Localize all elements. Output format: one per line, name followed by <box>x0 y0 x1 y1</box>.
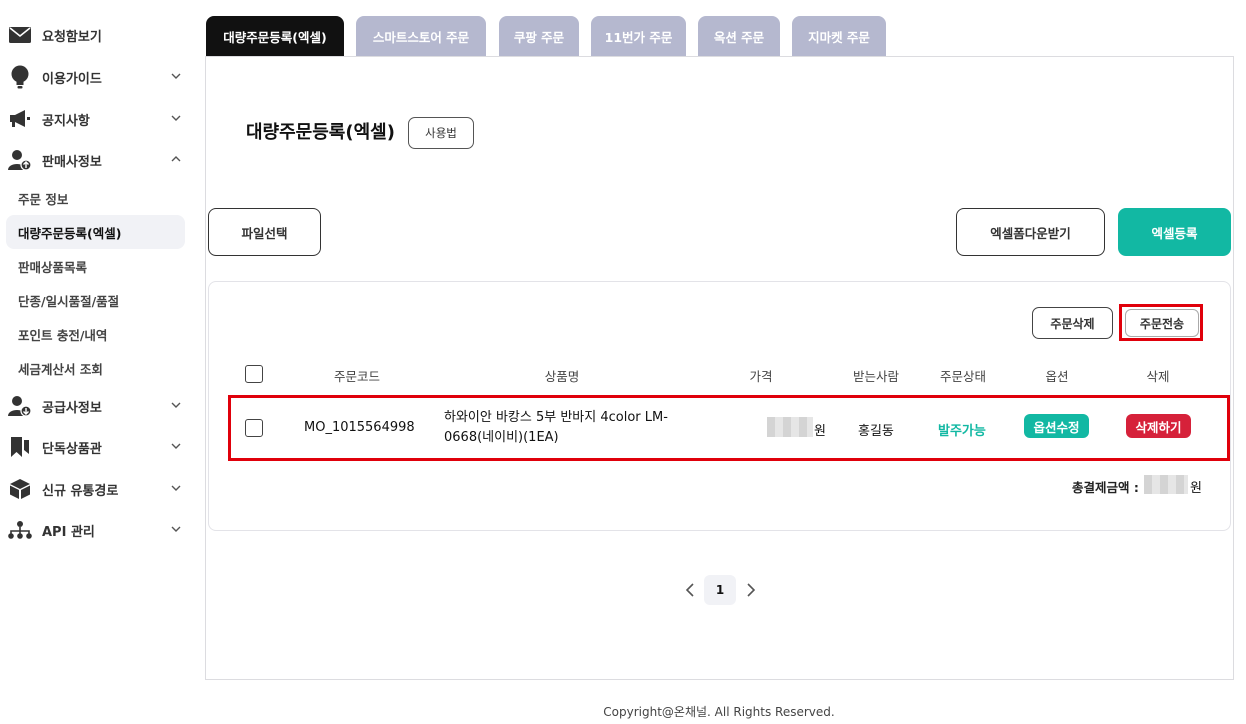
column-header: 가격 <box>749 369 773 384</box>
tab-smartstore[interactable]: 스마트스토어 주문 <box>356 16 486 56</box>
chevron-down-icon <box>171 115 181 121</box>
total-amount-redacted <box>1144 475 1188 494</box>
sidebar-item-api[interactable]: API 관리 <box>8 513 188 547</box>
file-select-button[interactable]: 파일선택 <box>208 208 321 256</box>
sidebar-sub-tax-invoice[interactable]: 세금계산서 조회 <box>6 351 185 385</box>
highlight-box <box>228 395 1230 461</box>
tab-11st[interactable]: 11번가 주문 <box>591 16 686 56</box>
chevron-up-icon <box>171 156 181 162</box>
sidebar-item-label: API 관리 <box>42 524 95 540</box>
sitemap-icon <box>8 518 32 542</box>
select-all-checkbox[interactable] <box>245 365 263 383</box>
sidebar-item-new-channel[interactable]: 신규 유통경로 <box>8 472 188 506</box>
column-header: 상품명 <box>544 369 580 384</box>
column-header: 주문상태 <box>939 369 987 384</box>
sidebar-item-label: 단독상품관 <box>42 441 102 457</box>
lightbulb-icon <box>8 65 32 89</box>
next-page-button[interactable] <box>742 580 760 600</box>
user-upload-icon <box>8 148 32 172</box>
sidebar-item-label: 신규 유통경로 <box>42 483 119 499</box>
sidebar-item-notice[interactable]: 공지사항 <box>8 102 188 136</box>
bookmark-icon <box>8 435 32 459</box>
prev-page-button[interactable] <box>681 580 699 600</box>
sidebar-item-exclusive[interactable]: 단독상품관 <box>8 430 188 464</box>
sidebar: 요청함보기 이용가이드 공지사항 판매사정보 주문 정보 대량주문등록(엑셀) … <box>0 0 195 724</box>
chevron-right-icon <box>747 583 756 597</box>
page-number-button[interactable]: 1 <box>704 575 736 605</box>
footer-copyright: Copyright@온채널. All Rights Reserved. <box>603 705 835 719</box>
column-header: 옵션 <box>1045 369 1069 384</box>
sidebar-item-requests[interactable]: 요청함보기 <box>8 18 188 52</box>
envelope-icon <box>8 23 32 47</box>
help-button[interactable]: 사용법 <box>408 117 474 149</box>
chevron-down-icon <box>171 526 181 532</box>
sidebar-item-label: 공지사항 <box>42 113 90 129</box>
tab-coupang[interactable]: 쿠팡 주문 <box>499 16 579 56</box>
sidebar-item-label: 판매사정보 <box>42 154 102 170</box>
chevron-left-icon <box>685 583 694 597</box>
sidebar-item-seller-info[interactable]: 판매사정보 <box>8 143 188 177</box>
chevron-down-icon <box>171 402 181 408</box>
sidebar-item-label: 공급사정보 <box>42 400 102 416</box>
user-download-icon <box>8 394 32 418</box>
megaphone-icon <box>8 107 32 131</box>
sidebar-sub-points[interactable]: 포인트 충전/내역 <box>6 317 185 351</box>
sidebar-sub-order-info[interactable]: 주문 정보 <box>6 181 185 215</box>
delete-order-button[interactable]: 주문삭제 <box>1032 307 1113 339</box>
highlight-box <box>1119 304 1203 341</box>
sidebar-sub-product-list[interactable]: 판매상품목록 <box>6 249 185 283</box>
chevron-down-icon <box>171 485 181 491</box>
tab-auction[interactable]: 옥션 주문 <box>698 16 780 56</box>
sidebar-sub-soldout[interactable]: 단종/일시품절/품절 <box>6 283 185 317</box>
total-unit: 원 <box>1190 481 1202 496</box>
excel-download-button[interactable]: 엑셀폼다운받기 <box>956 208 1105 256</box>
sidebar-item-supplier-info[interactable]: 공급사정보 <box>8 389 188 423</box>
total-amount-label: 총결제금액 : <box>1072 480 1139 495</box>
sidebar-sub-bulk-order[interactable]: 대량주문등록(엑셀) <box>6 215 185 249</box>
column-header: 주문코드 <box>333 369 381 384</box>
sidebar-item-guide[interactable]: 이용가이드 <box>8 60 188 94</box>
sidebar-item-label: 이용가이드 <box>42 71 102 87</box>
column-header: 받는사람 <box>852 369 900 384</box>
tab-gmarket[interactable]: 지마켓 주문 <box>792 16 886 56</box>
tab-bulk-order[interactable]: 대량주문등록(엑셀) <box>206 16 344 56</box>
column-header: 삭제 <box>1146 369 1170 384</box>
page-title: 대량주문등록(엑셀) <box>246 122 395 143</box>
box-icon <box>8 477 32 501</box>
excel-register-button[interactable]: 엑셀등록 <box>1118 208 1231 256</box>
sidebar-item-label: 요청함보기 <box>42 29 102 45</box>
chevron-down-icon <box>171 73 181 79</box>
chevron-down-icon <box>171 443 181 449</box>
